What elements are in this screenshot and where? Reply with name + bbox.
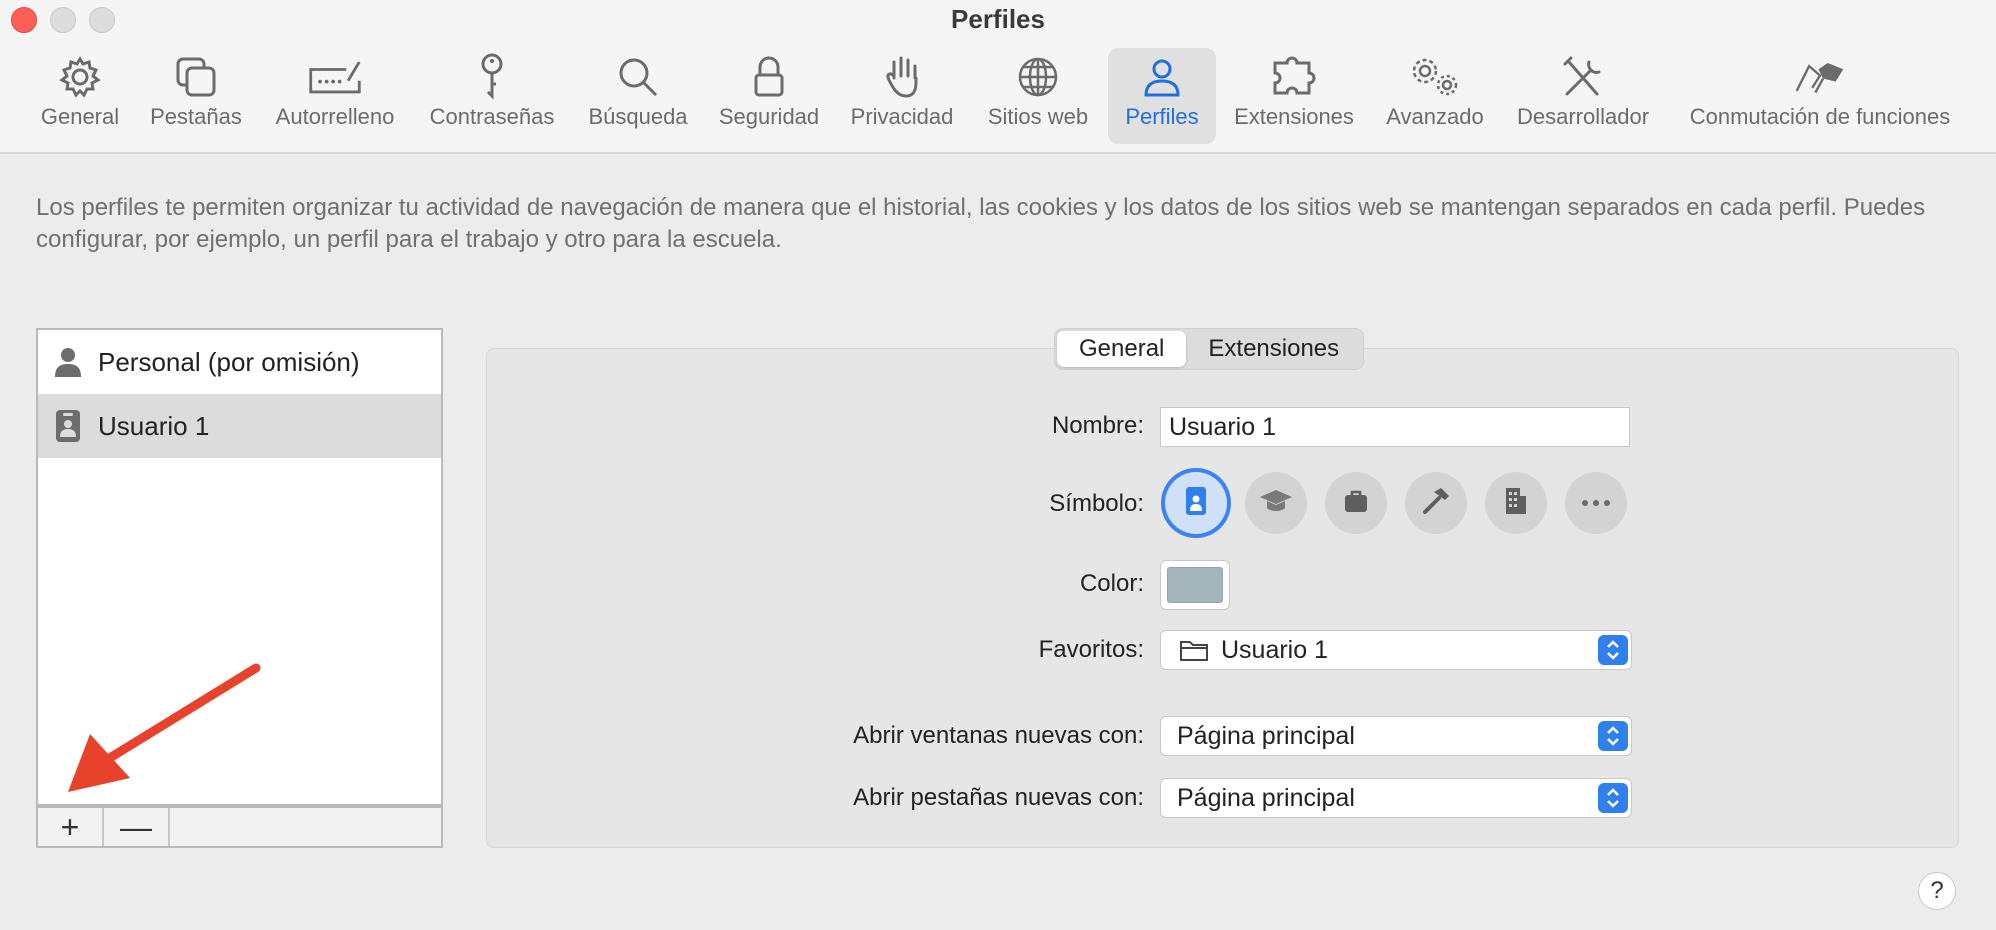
chevron-up-down-icon <box>1598 721 1628 751</box>
tabs-icon <box>168 52 224 102</box>
gear-icon <box>52 52 108 102</box>
color-well[interactable] <box>1160 560 1230 610</box>
toolbar-item-label: Pestañas <box>150 104 242 129</box>
key-icon <box>464 52 520 102</box>
name-field[interactable]: Usuario 1 <box>1160 407 1630 447</box>
help-button[interactable]: ? <box>1918 872 1956 910</box>
color-label: Color: <box>1079 570 1144 597</box>
list-item[interactable]: Personal (por omisión) <box>38 330 441 394</box>
building-icon <box>1504 486 1528 521</box>
graduation-cap-icon <box>1259 487 1293 520</box>
toolbar-item-label: Sitios web <box>987 104 1089 129</box>
toolbar-item-general[interactable]: General <box>38 48 122 144</box>
toolbar-item-label: Perfiles <box>1125 104 1199 129</box>
toolbar-item-extensions[interactable]: Extensiones <box>1230 48 1358 144</box>
toolbar-item-search[interactable]: Búsqueda <box>584 48 692 144</box>
color-swatch <box>1167 567 1223 603</box>
puzzle-icon <box>1266 52 1322 102</box>
badge-icon <box>52 409 84 443</box>
list-item-label: Personal (por omisión) <box>98 346 360 377</box>
favorites-popup[interactable]: Usuario 1 <box>1160 630 1632 670</box>
symbol-graduation-option[interactable] <box>1245 472 1307 534</box>
person-icon <box>52 347 84 377</box>
hammer-icon <box>1421 486 1451 521</box>
person-icon <box>1134 52 1190 102</box>
new-tabs-popup[interactable]: Página principal <box>1160 778 1632 818</box>
tab-extensions[interactable]: Extensiones <box>1186 331 1361 367</box>
lock-icon <box>741 52 797 102</box>
chevron-up-down-icon <box>1598 635 1628 665</box>
toolbar-item-passwords[interactable]: Contraseñas <box>424 48 560 144</box>
toolbar-item-label: Autorrelleno <box>275 104 395 129</box>
toolbar-item-profiles[interactable]: Perfiles <box>1108 48 1216 144</box>
list-item[interactable]: Usuario 1 <box>38 394 441 458</box>
remove-profile-button[interactable]: — <box>104 808 170 846</box>
toolbar-item-label: Seguridad <box>718 104 820 129</box>
gears-icon <box>1407 52 1463 102</box>
add-profile-button[interactable]: + <box>38 808 104 846</box>
name-label: Nombre: <box>1051 412 1144 439</box>
symbol-badge-option[interactable] <box>1165 472 1227 534</box>
badge-icon <box>1185 486 1207 521</box>
profile-tabs: General Extensiones <box>1054 328 1365 370</box>
toolbar-item-label: Conmutación de funciones <box>1689 104 1951 129</box>
toolbar-item-label: Extensiones <box>1234 104 1354 129</box>
toolbar-item-websites[interactable]: Sitios web <box>982 48 1094 144</box>
profiles-description: Los perfiles te permiten organizar tu ac… <box>36 194 1926 253</box>
symbol-building-option[interactable] <box>1485 472 1547 534</box>
search-icon <box>610 52 666 102</box>
more-icon <box>1581 494 1611 512</box>
window-toolbar: Perfiles General Pestañas Autorrelleno C… <box>0 0 1996 154</box>
symbol-hammer-option[interactable] <box>1405 472 1467 534</box>
toolbar-item-privacy[interactable]: Privacidad <box>846 48 958 144</box>
symbol-more-option[interactable] <box>1565 472 1627 534</box>
autofill-icon <box>307 52 363 102</box>
toolbar-item-label: Privacidad <box>850 104 954 129</box>
hand-icon <box>874 52 930 102</box>
window-title: Perfiles <box>951 4 1045 34</box>
favorites-label: Favoritos: <box>1038 636 1144 663</box>
new-windows-value: Página principal <box>1177 721 1355 750</box>
tools-icon <box>1555 52 1611 102</box>
new-tabs-value: Página principal <box>1177 783 1355 812</box>
annotation-arrow <box>68 663 261 792</box>
new-tabs-label: Abrir pestañas nuevas con: <box>853 784 1144 811</box>
new-windows-popup[interactable]: Página principal <box>1160 716 1632 756</box>
toolbar-item-tabs[interactable]: Pestañas <box>148 48 244 144</box>
globe-icon <box>1010 52 1066 102</box>
tab-general[interactable]: General <box>1057 331 1187 367</box>
toolbar-item-feature-flags[interactable]: Conmutación de funciones <box>1678 48 1962 144</box>
toolbar-item-label: Contraseñas <box>429 104 555 129</box>
chevron-up-down-icon <box>1598 783 1628 813</box>
toolbar-item-advanced[interactable]: Avanzado <box>1382 48 1488 144</box>
toolbar-item-label: General <box>40 104 120 129</box>
toolbar-item-label: Búsqueda <box>588 104 688 129</box>
toolbar-item-autofill[interactable]: Autorrelleno <box>270 48 400 144</box>
new-windows-label: Abrir ventanas nuevas con: <box>853 722 1144 749</box>
briefcase-icon <box>1343 488 1369 519</box>
toolbar-item-developer[interactable]: Desarrollador <box>1510 48 1656 144</box>
favorites-value: Usuario 1 <box>1221 635 1328 664</box>
folder-icon <box>1179 638 1209 662</box>
toolbar-item-security[interactable]: Seguridad <box>714 48 824 144</box>
list-item-label: Usuario 1 <box>98 410 210 441</box>
symbol-briefcase-option[interactable] <box>1325 472 1387 534</box>
toolbar-item-label: Desarrollador <box>1516 104 1650 129</box>
profiles-list-bar: + — <box>36 806 443 848</box>
flags-icon <box>1792 52 1848 102</box>
toolbar-item-label: Avanzado <box>1386 104 1484 129</box>
symbol-label: Símbolo: <box>1049 490 1144 517</box>
